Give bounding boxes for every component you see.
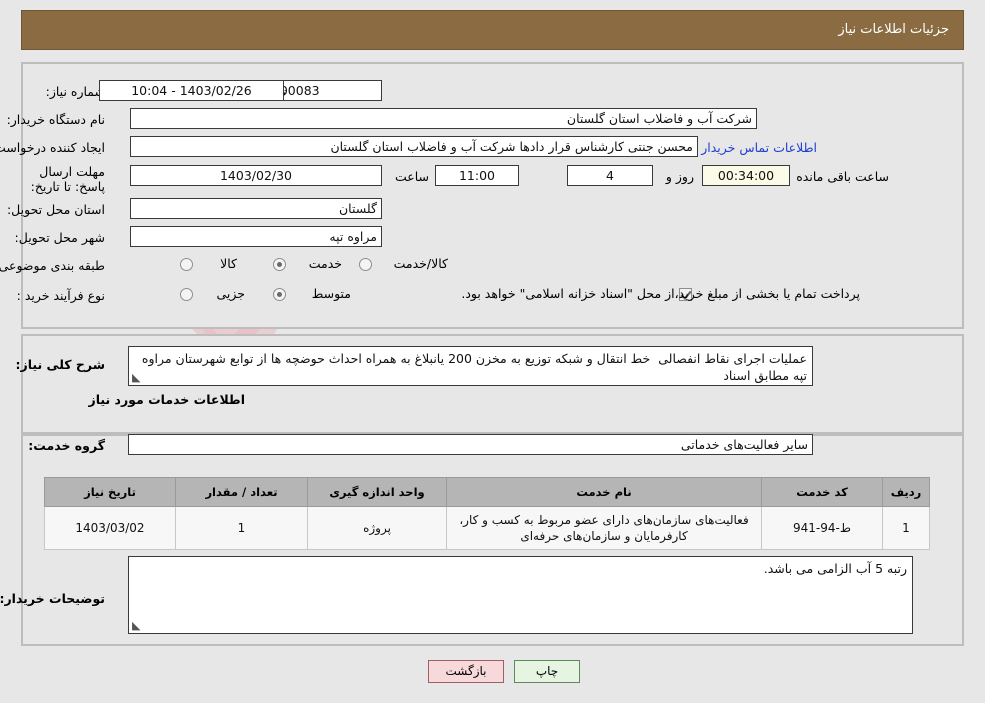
radio-category-kala-khedmat[interactable] bbox=[359, 258, 372, 271]
service-group-label: گروه خدمت: bbox=[28, 438, 105, 453]
need-number-label: شماره نیاز: bbox=[45, 84, 105, 99]
radio-category-khedmat[interactable] bbox=[273, 258, 286, 271]
category-label: طبقه بندی موضوعی: bbox=[0, 258, 105, 273]
page-root: AriaTender.net جزئیات اطلاعات نیاز شماره… bbox=[0, 0, 985, 703]
radio-process-jozei-label: جزیی bbox=[216, 286, 245, 301]
table-header-row: ردیف کد خدمت نام خدمت واحد اندازه گیری ت… bbox=[44, 477, 930, 507]
cell-row: 1 bbox=[882, 506, 930, 550]
radio-category-khedmat-label: خدمت bbox=[308, 256, 342, 271]
deadline-time-label: ساعت bbox=[394, 169, 429, 184]
radio-category-kala-label: کالا bbox=[220, 256, 237, 271]
delivery-city-label: شهر محل تحویل: bbox=[14, 230, 105, 245]
print-button[interactable]: چاپ bbox=[514, 660, 580, 683]
delivery-province-value: گلستان bbox=[130, 198, 382, 219]
col-row: ردیف bbox=[882, 477, 930, 507]
service-group-value: سایر فعالیت‌های خدماتی bbox=[128, 434, 813, 455]
announce-datetime-value: 1403/02/26 - 10:04 bbox=[99, 80, 284, 101]
process-type-label: نوع فرآیند خرید : bbox=[16, 288, 105, 303]
buyer-notes-textarea[interactable] bbox=[128, 556, 913, 634]
page-title: جزئیات اطلاعات نیاز bbox=[838, 22, 949, 37]
buyer-org-label: نام دستگاه خریدار: bbox=[6, 112, 105, 127]
table-row: 1 ط-94-941 فعالیت‌های سازمان‌های دارای ع… bbox=[44, 506, 930, 550]
buyer-contact-link[interactable]: اطلاعات تماس خریدار bbox=[701, 140, 817, 155]
cell-unit: پروژه bbox=[307, 506, 447, 550]
cell-quantity: 1 bbox=[175, 506, 308, 550]
description-label: شرح کلی نیاز: bbox=[15, 357, 105, 372]
radio-category-kala-khedmat-label: کالا/خدمت bbox=[393, 256, 448, 271]
deadline-date-value: 1403/02/30 bbox=[130, 165, 382, 186]
buyer-org-value: شرکت آب و فاضلاب استان گلستان bbox=[130, 108, 757, 129]
col-date: تاریخ نیاز bbox=[44, 477, 176, 507]
cell-name: فعالیت‌های سازمان‌های دارای عضو مربوط به… bbox=[446, 506, 762, 550]
countdown-value: 00:34:00 bbox=[702, 165, 790, 186]
col-name: نام خدمت bbox=[446, 477, 762, 507]
creator-label: ایجاد کننده درخواست: bbox=[0, 140, 105, 155]
creator-value: محسن جنتی کارشناس قرار دادها شرکت آب و ف… bbox=[130, 136, 698, 157]
description-textarea[interactable] bbox=[128, 346, 813, 386]
deadline-time-value: 11:00 bbox=[435, 165, 519, 186]
cell-date: 1403/03/02 bbox=[44, 506, 176, 550]
remaining-days-label: روز و bbox=[665, 169, 694, 184]
services-section-title: اطلاعات خدمات مورد نیاز bbox=[88, 392, 246, 407]
buyer-notes-label: توضیحات خریدار: bbox=[0, 591, 105, 606]
cell-code: ط-94-941 bbox=[761, 506, 883, 550]
radio-category-kala[interactable] bbox=[180, 258, 193, 271]
buyer-notes-resize-grip[interactable]: ◢ bbox=[132, 619, 140, 632]
delivery-province-label: استان محل تحویل: bbox=[6, 202, 105, 217]
col-unit: واحد اندازه گیری bbox=[307, 477, 447, 507]
col-quantity: تعداد / مقدار bbox=[175, 477, 308, 507]
radio-process-motevaset[interactable] bbox=[273, 288, 286, 301]
services-table: ردیف کد خدمت نام خدمت واحد اندازه گیری ت… bbox=[44, 477, 930, 550]
back-button[interactable]: بازگشت bbox=[428, 660, 504, 683]
radio-process-jozei[interactable] bbox=[180, 288, 193, 301]
remaining-days-value: 4 bbox=[567, 165, 653, 186]
header-bar: جزئیات اطلاعات نیاز bbox=[21, 10, 964, 50]
col-code: کد خدمت bbox=[761, 477, 883, 507]
delivery-city-value: مراوه تپه bbox=[130, 226, 382, 247]
remaining-hours-label: ساعت باقی مانده bbox=[796, 169, 889, 184]
deadline-label: مهلت ارسال پاسخ: تا تاریخ: bbox=[30, 164, 105, 194]
description-resize-grip[interactable]: ◢ bbox=[132, 371, 140, 384]
treasury-docs-text: پرداخت تمام یا بخشی از مبلغ خرید،از محل … bbox=[461, 286, 860, 301]
radio-process-motevaset-label: متوسط bbox=[311, 286, 351, 301]
